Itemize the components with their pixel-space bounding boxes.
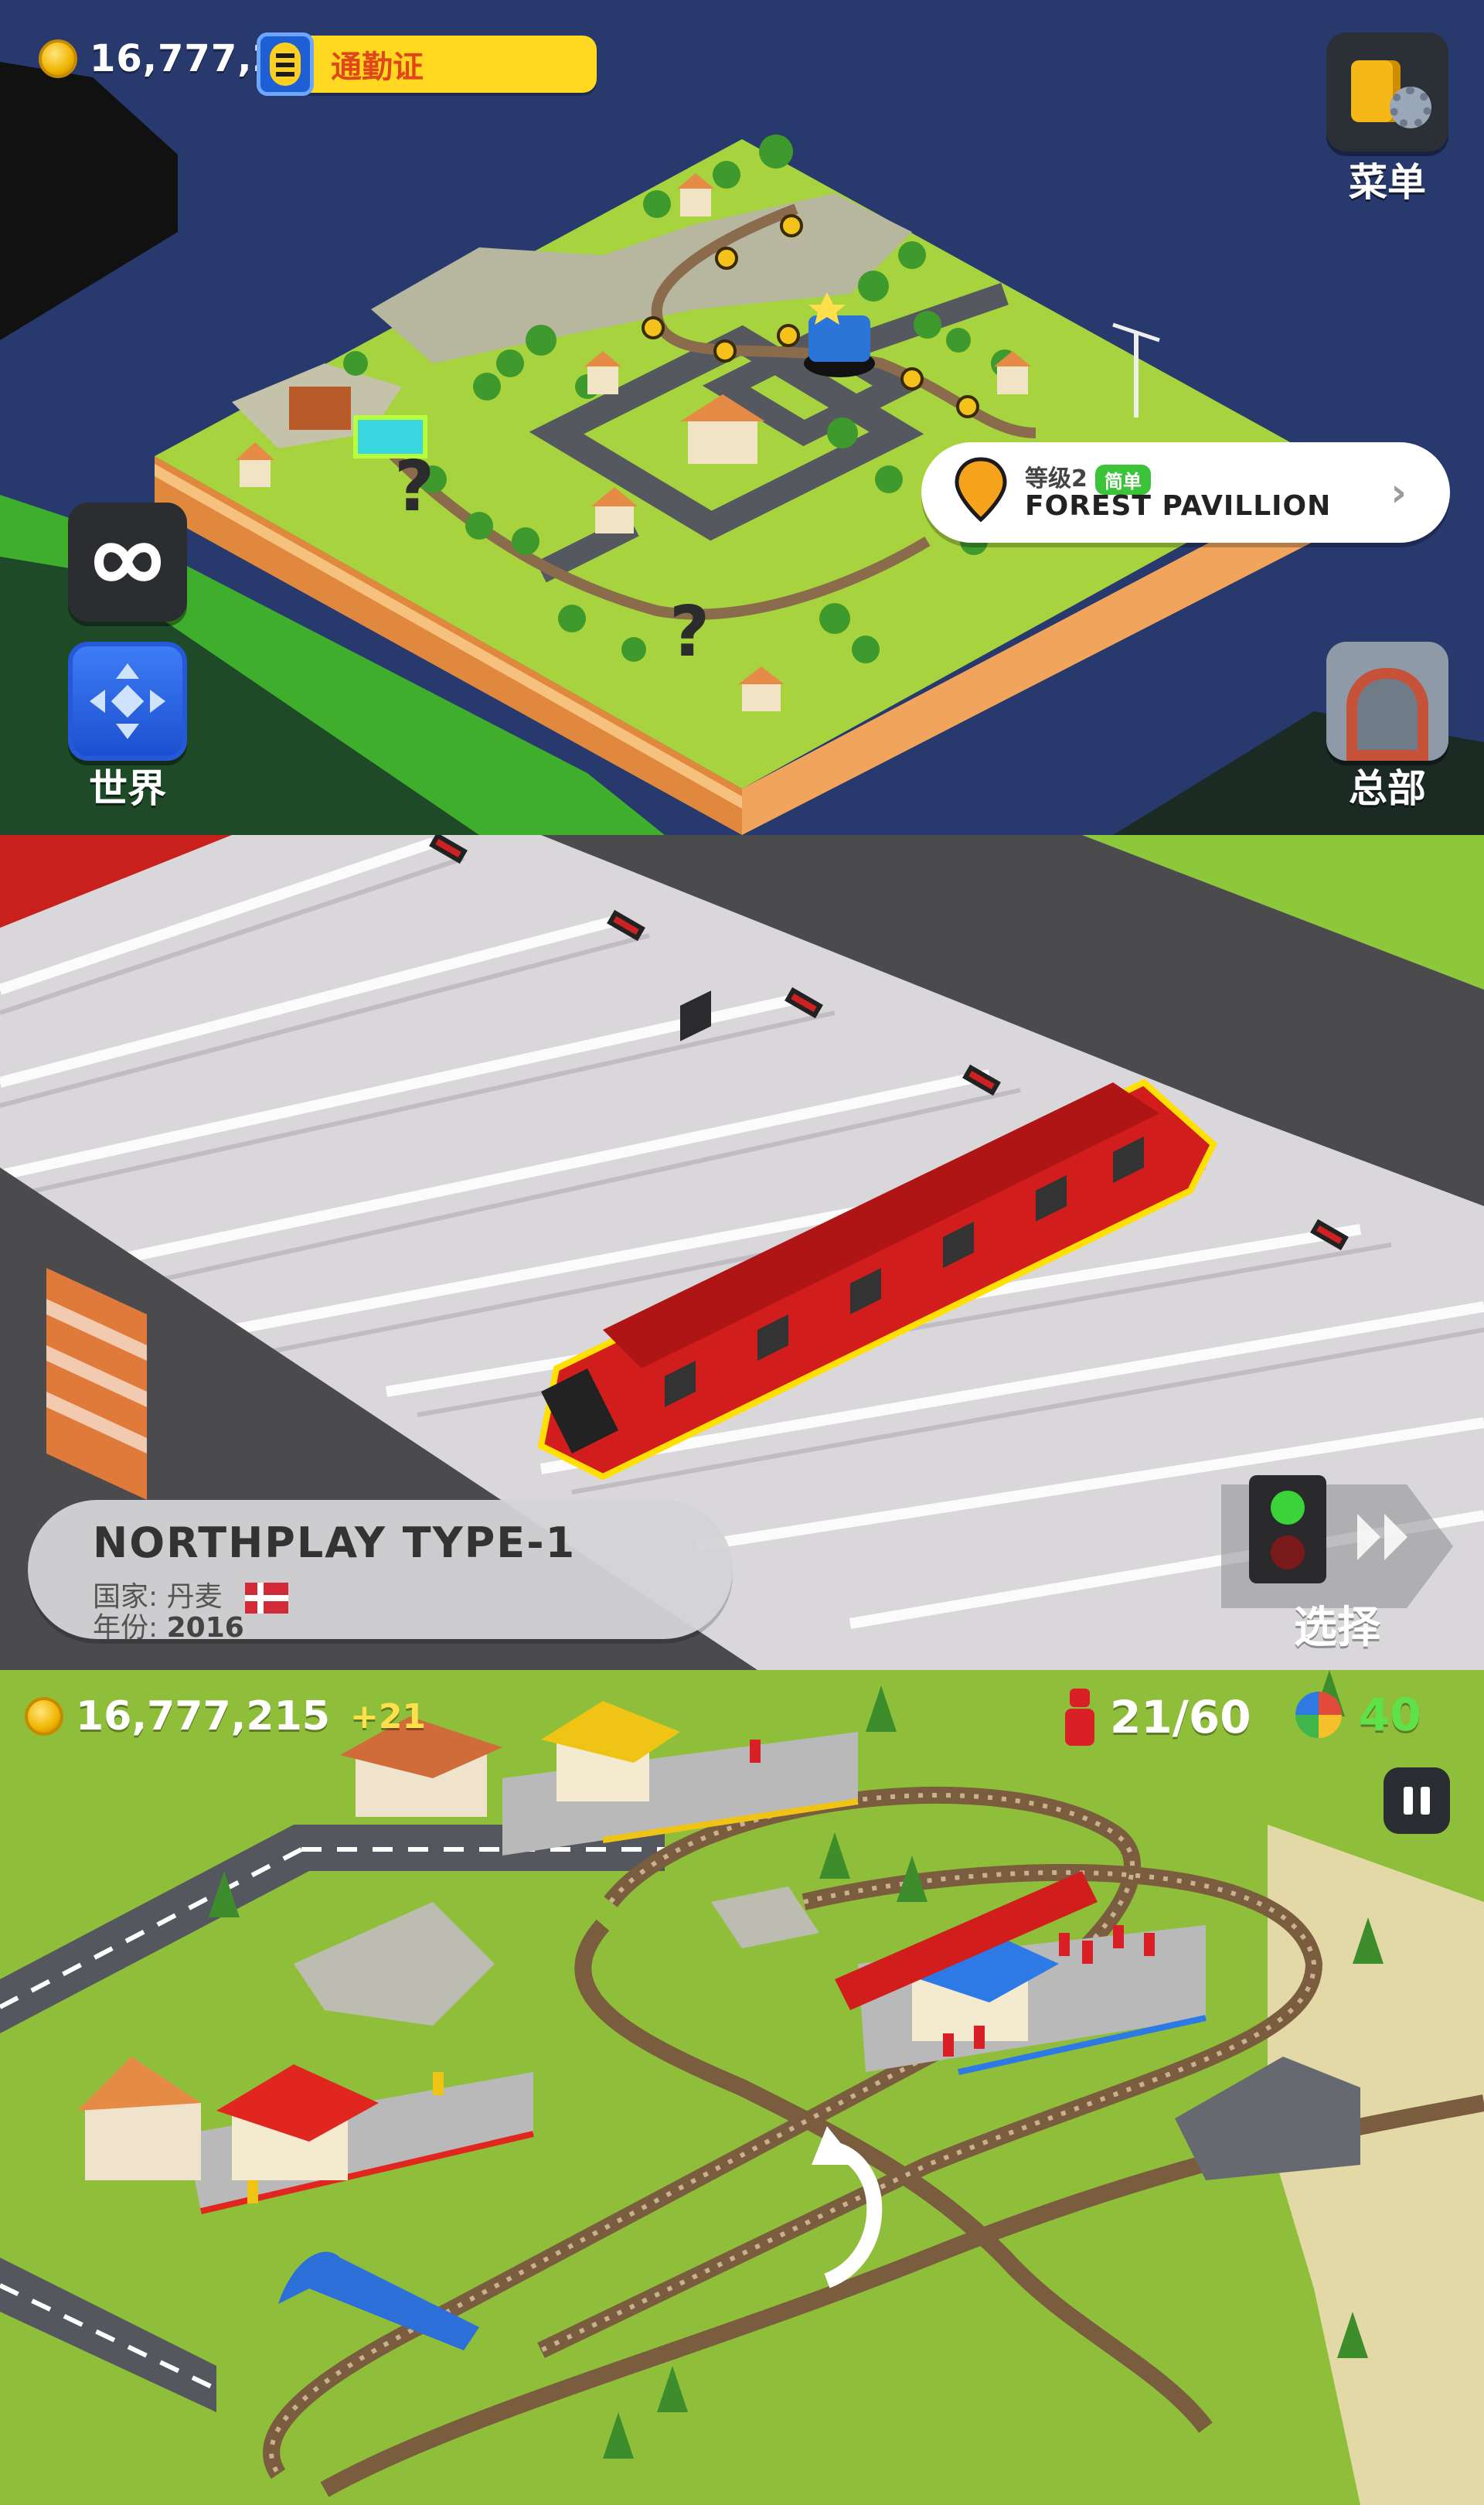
world-label: 世界 [89,766,166,811]
station-arch-icon [1346,668,1428,761]
select-label: 选择 [1294,1603,1380,1653]
beach-ball-icon [1295,1692,1342,1738]
pause-button[interactable] [1384,1767,1450,1834]
infinite-mode-button[interactable] [68,503,187,622]
level-name: FOREST PAVILLION [1025,490,1332,522]
commuter-pass-button[interactable]: 通勤证 [257,32,597,96]
gear-icon [1390,87,1431,128]
svg-text:?: ? [394,446,434,527]
coin-icon [39,39,77,78]
traffic-signal-icon [1249,1475,1407,1583]
menu-label: 菜单 [1349,160,1426,205]
passenger-counter: 21/60 [1064,1689,1251,1746]
level-info-card[interactable]: 等级2 简单 FOREST PAVILLION › [921,442,1450,543]
svg-text:?: ? [669,591,710,673]
train-select-screen: NORTHPLAY TYPE-1 国家: 丹麦 年份: 2016 选择 [0,835,1484,1670]
pause-icon [1404,1787,1413,1815]
gameplay-track-scene [0,1670,1484,2505]
year-value: 2016 [166,1612,244,1644]
train-info-card: NORTHPLAY TYPE-1 国家: 丹麦 年份: 2016 [28,1500,733,1644]
coin-gain: +21 [349,1696,427,1736]
isometric-level-map: ? ? [0,0,1484,835]
train-name: NORTHPLAY TYPE-1 [93,1518,577,1567]
denmark-flag-icon [245,1583,289,1614]
infinity-icon [94,543,162,581]
level-text: 等级2 [1025,465,1087,492]
arrows-expand-icon [90,663,165,739]
gameplay-screen: 16,777,215 +21 21/60 40 [0,1670,1484,2505]
train-year: 年份: 2016 [93,1605,244,1645]
menu-button[interactable] [1326,32,1448,152]
location-pin-icon [955,457,1007,523]
passenger-count: 21/60 [1110,1691,1251,1743]
level-map-screen: ? ? 16,777,21 通勤证 菜单 世界 总部 等级2 简单 FOREST… [0,0,1484,835]
world-button[interactable] [68,642,187,761]
chevron-right-icon: › [1390,470,1407,515]
headquarters-button[interactable] [1326,642,1448,761]
score-counter: 40 [1295,1689,1421,1741]
score-value: 40 [1359,1689,1421,1741]
coin-amount: 16,777,215 [76,1693,330,1740]
hq-label: 总部 [1349,766,1426,811]
ticket-icon [257,32,314,96]
year-label: 年份: [93,1612,158,1644]
coin-counter: 16,777,215 +21 [25,1693,426,1740]
passenger-icon [1064,1689,1096,1746]
select-train-button[interactable] [1218,1429,1458,1583]
coin-icon [25,1697,63,1736]
commuter-pass-label: 通勤证 [331,49,424,85]
